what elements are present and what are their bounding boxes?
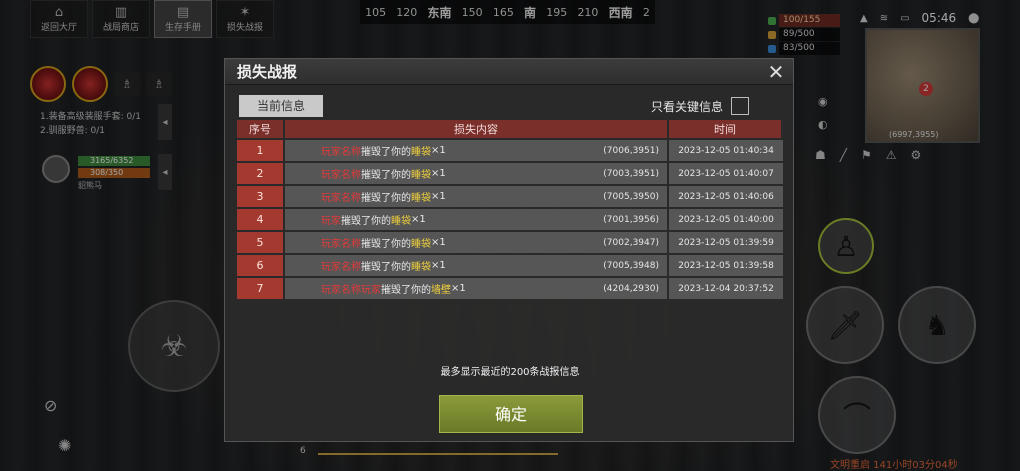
item-count: ×1 (431, 168, 446, 179)
row-content: 玩家名称 摧毁了你的 睡袋 ×1 (7002,3947) (285, 232, 667, 253)
loss-table: 序号 损失内容 时间 1 玩家名称 摧毁了你的 睡袋 ×1 (7006,3951) 2023… (237, 120, 783, 299)
table-row: 2 玩家名称 摧毁了你的 睡袋 ×1 (7003,3951) 2023-12-05 01:4… (237, 163, 783, 184)
loss-report-dialog: 损失战报 ✕ 当前信息 只看关键信息 序号 损失内容 时间 1 玩家名称 摧毁了你的… (224, 58, 794, 442)
dialog-header: 损失战报 (225, 59, 793, 85)
row-time: 2023-12-05 01:39:59 (669, 232, 783, 253)
key-only-checkbox[interactable] (731, 97, 749, 115)
item-name: 睡袋 (411, 193, 431, 204)
close-icon[interactable]: ✕ (765, 61, 787, 83)
location-coords: (4204,2930) (603, 283, 659, 294)
row-content: 玩家名称玩家 摧毁了你的 墙壁 ×1 (4204,2930) (285, 278, 667, 299)
row-index: 1 (237, 140, 283, 161)
row-index: 6 (237, 255, 283, 276)
table-row: 1 玩家名称 摧毁了你的 睡袋 ×1 (7006,3951) 2023-12-05 01:4… (237, 140, 783, 161)
item-name: 睡袋 (411, 147, 431, 158)
table-row: 4 玩家 摧毁了你的 睡袋 ×1 (7001,3956) 2023-12-05 01:40:… (237, 209, 783, 230)
action-text: 摧毁了你的 (361, 193, 411, 204)
row-time: 2023-12-05 01:39:58 (669, 255, 783, 276)
item-count: ×1 (431, 145, 446, 156)
row-index: 4 (237, 209, 283, 230)
location-coords: (7005,3950) (603, 191, 659, 202)
location-coords: (7003,3951) (603, 168, 659, 179)
confirm-button[interactable]: 确定 (439, 395, 583, 433)
limit-note: 最多显示最近的200条战报信息 (440, 367, 580, 378)
action-text: 摧毁了你的 (381, 285, 431, 296)
item-count: ×1 (451, 283, 466, 294)
item-count: ×1 (431, 260, 446, 271)
row-content: 玩家名称 摧毁了你的 睡袋 ×1 (7005,3950) (285, 186, 667, 207)
action-text: 摧毁了你的 (361, 262, 411, 273)
item-name: 睡袋 (411, 239, 431, 250)
row-time: 2023-12-05 01:40:07 (669, 163, 783, 184)
row-index: 5 (237, 232, 283, 253)
key-only-label: 只看关键信息 (650, 100, 723, 114)
row-content: 玩家名称 摧毁了你的 睡袋 ×1 (7005,3948) (285, 255, 667, 276)
attacker-name: 玩家名称玩家 (321, 285, 381, 296)
action-text: 摧毁了你的 (341, 216, 391, 227)
table-row: 3 玩家名称 摧毁了你的 睡袋 ×1 (7005,3950) 2023-12-05 01:4… (237, 186, 783, 207)
header-time: 时间 (669, 120, 783, 138)
attacker-name: 玩家名称 (321, 170, 361, 181)
row-content: 玩家 摧毁了你的 睡袋 ×1 (7001,3956) (285, 209, 667, 230)
attacker-name: 玩家名称 (321, 147, 361, 158)
filter-row: 当前信息 只看关键信息 (239, 95, 783, 117)
row-index: 3 (237, 186, 283, 207)
attacker-name: 玩家 (321, 216, 341, 227)
item-count: ×1 (431, 191, 446, 202)
table-row: 6 玩家名称 摧毁了你的 睡袋 ×1 (7005,3948) 2023-12-05 01:3… (237, 255, 783, 276)
item-name: 睡袋 (411, 262, 431, 273)
tab-current-info[interactable]: 当前信息 (239, 95, 323, 117)
row-index: 7 (237, 278, 283, 299)
row-time: 2023-12-05 01:40:06 (669, 186, 783, 207)
table-header: 序号 损失内容 时间 (237, 120, 783, 138)
item-name: 睡袋 (411, 170, 431, 181)
location-coords: (7006,3951) (603, 145, 659, 156)
action-text: 摧毁了你的 (361, 170, 411, 181)
row-time: 2023-12-05 01:40:00 (669, 209, 783, 230)
item-count: ×1 (411, 214, 426, 225)
location-coords: (7002,3947) (603, 237, 659, 248)
row-time: 2023-12-04 20:37:52 (669, 278, 783, 299)
location-coords: (7001,3956) (603, 214, 659, 225)
item-count: ×1 (431, 237, 446, 248)
header-content: 损失内容 (285, 120, 669, 138)
row-content: 玩家名称 摧毁了你的 睡袋 ×1 (7003,3951) (285, 163, 667, 184)
item-name: 睡袋 (391, 216, 411, 227)
attacker-name: 玩家名称 (321, 262, 361, 273)
header-idx: 序号 (237, 120, 285, 138)
item-name: 墙壁 (431, 285, 451, 296)
table-row: 5 玩家名称 摧毁了你的 睡袋 ×1 (7002,3947) 2023-12-05 01:3… (237, 232, 783, 253)
table-body: 1 玩家名称 摧毁了你的 睡袋 ×1 (7006,3951) 2023-12-05 01:4… (237, 140, 783, 299)
row-content: 玩家名称 摧毁了你的 睡袋 ×1 (7006,3951) (285, 140, 667, 161)
table-row: 7 玩家名称玩家 摧毁了你的 墙壁 ×1 (4204,2930) 2023-12-04 20… (237, 278, 783, 299)
attacker-name: 玩家名称 (321, 193, 361, 204)
row-time: 2023-12-05 01:40:34 (669, 140, 783, 161)
dialog-title: 损失战报 (237, 63, 298, 81)
location-coords: (7005,3948) (603, 260, 659, 271)
row-index: 2 (237, 163, 283, 184)
action-text: 摧毁了你的 (361, 239, 411, 250)
action-text: 摧毁了你的 (361, 147, 411, 158)
attacker-name: 玩家名称 (321, 239, 361, 250)
